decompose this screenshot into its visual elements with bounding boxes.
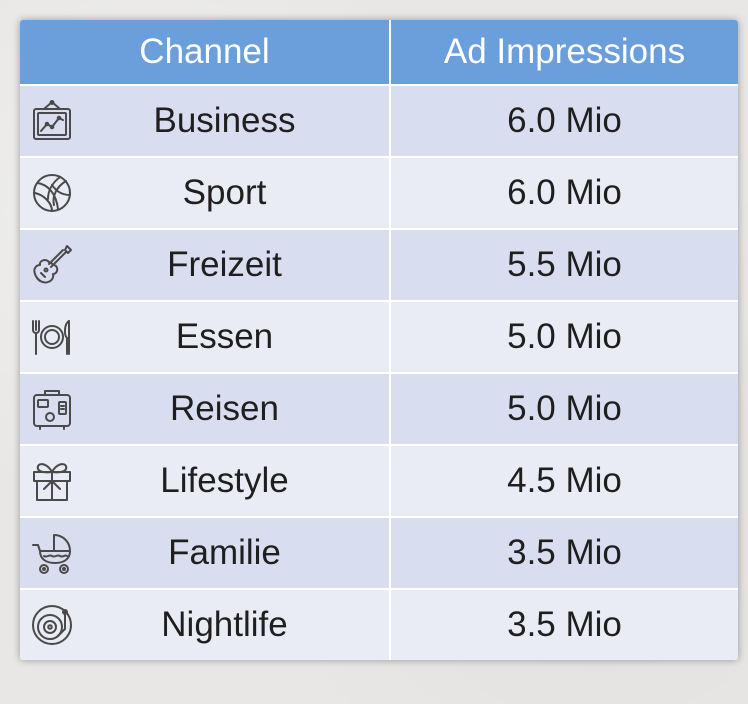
channel-cell: Sport (20, 156, 391, 229)
page: Channel Ad Impressions Business 6.0 Mio Sp… (0, 0, 748, 704)
ad-impressions-cell: 5.5 Mio (390, 228, 738, 301)
channel-cell: Business (20, 84, 391, 157)
table-row-familie: Familie 3.5 Mio (20, 516, 738, 589)
table-row-essen: Essen 5.0 Mio (20, 300, 738, 373)
ad-impressions-cell: 3.5 Mio (390, 516, 738, 589)
table-row-sport: Sport 6.0 Mio (20, 156, 738, 229)
channel-label: Business (153, 101, 296, 140)
ad-impressions-cell: 4.5 Mio (390, 444, 738, 517)
channel-cell: Familie (20, 516, 391, 589)
guitar-icon (30, 243, 74, 287)
channel-label: Sport (182, 173, 267, 212)
channel-table-container: Channel Ad Impressions Business 6.0 Mio Sp… (20, 20, 738, 660)
gift-icon (30, 459, 74, 503)
channel-label: Nightlife (161, 605, 288, 644)
channel-cell: Nightlife (20, 588, 391, 660)
channel-cell: Reisen (20, 372, 391, 445)
chart-board-icon (30, 99, 74, 143)
channel-label: Lifestyle (160, 461, 289, 500)
channel-label: Reisen (170, 389, 279, 428)
plate-cutlery-icon (30, 315, 74, 359)
channel-label: Essen (175, 317, 274, 356)
turntable-icon (30, 603, 74, 647)
ad-impressions-cell: 6.0 Mio (390, 84, 738, 157)
table-row-business: Business 6.0 Mio (20, 84, 738, 157)
column-header-ad-impressions: Ad Impressions (390, 20, 738, 85)
column-header-channel: Channel (20, 20, 391, 85)
channel-impressions-table: Channel Ad Impressions Business 6.0 Mio Sp… (20, 20, 738, 660)
table-body: Business 6.0 Mio Sport 6.0 Mio Freizeit 5.5 M… (20, 84, 738, 660)
table-row-freizeit: Freizeit 5.5 Mio (20, 228, 738, 301)
channel-cell: Essen (20, 300, 391, 373)
channel-label: Familie (168, 533, 281, 572)
volleyball-icon (30, 171, 74, 215)
table-row-lifestyle: Lifestyle 4.5 Mio (20, 444, 738, 517)
suitcase-icon (30, 387, 74, 431)
table-row-reisen: Reisen 5.0 Mio (20, 372, 738, 445)
table-row-nightlife: Nightlife 3.5 Mio (20, 588, 738, 660)
ad-impressions-cell: 3.5 Mio (390, 588, 738, 660)
ad-impressions-cell: 5.0 Mio (390, 372, 738, 445)
ad-impressions-cell: 6.0 Mio (390, 156, 738, 229)
channel-label: Freizeit (167, 245, 282, 284)
baby-stroller-icon (30, 531, 74, 575)
ad-impressions-cell: 5.0 Mio (390, 300, 738, 373)
channel-cell: Freizeit (20, 228, 391, 301)
channel-cell: Lifestyle (20, 444, 391, 517)
table-header-row: Channel Ad Impressions (20, 20, 738, 85)
